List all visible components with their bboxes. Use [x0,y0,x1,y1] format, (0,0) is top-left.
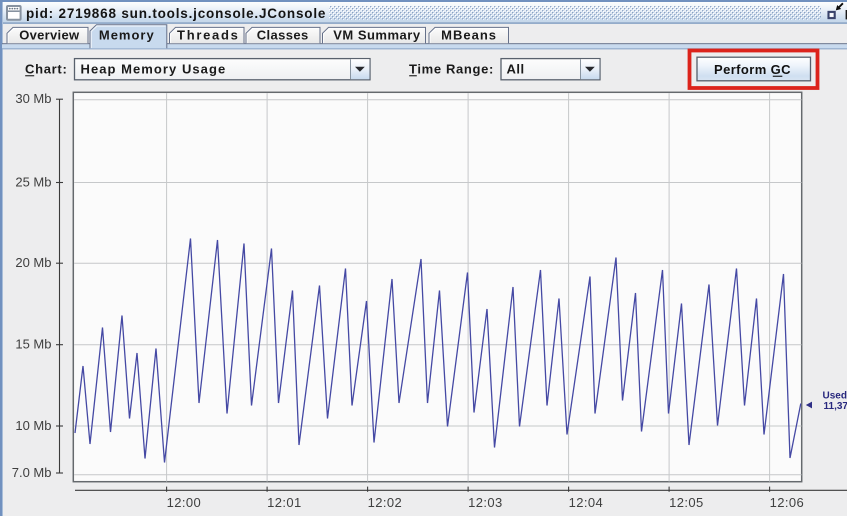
svg-text:12:05: 12:05 [669,495,704,510]
svg-text:15 Mb: 15 Mb [15,337,51,352]
svg-text:12:03: 12:03 [468,495,503,510]
svg-text:Heap Memory Usage: Heap Memory Usage [81,62,227,77]
svg-text:25 Mb: 25 Mb [15,175,51,190]
svg-text:MBeans: MBeans [441,28,497,43]
svg-text:7.0 Mb: 7.0 Mb [12,465,52,480]
svg-text:12:02: 12:02 [368,495,403,510]
svg-text:20 Mb: 20 Mb [15,255,51,270]
svg-text:Chart:: Chart: [25,62,67,77]
svg-text:11,379: 11,379 [824,401,847,412]
svg-text:Threads: Threads [177,28,239,43]
svg-text:Memory: Memory [99,28,155,43]
svg-text:pid: 2719868 sun.tools.jconsol: pid: 2719868 sun.tools.jconsole.JConsole [26,6,326,21]
svg-text:10 Mb: 10 Mb [15,418,51,433]
svg-text:Perform GC: Perform GC [714,62,791,77]
svg-text:Used: Used [823,390,847,401]
svg-text:Time Range:: Time Range: [409,62,494,77]
svg-text:12:04: 12:04 [569,495,604,510]
svg-text:All: All [507,62,525,77]
svg-text:Classes: Classes [257,28,309,43]
svg-text:12:01: 12:01 [267,495,302,510]
svg-text:30 Mb: 30 Mb [15,91,51,106]
svg-text:VM Summary: VM Summary [333,28,421,43]
svg-text:12:00: 12:00 [167,495,202,510]
svg-text:Overview: Overview [19,28,80,43]
svg-text:12:06: 12:06 [770,495,805,510]
